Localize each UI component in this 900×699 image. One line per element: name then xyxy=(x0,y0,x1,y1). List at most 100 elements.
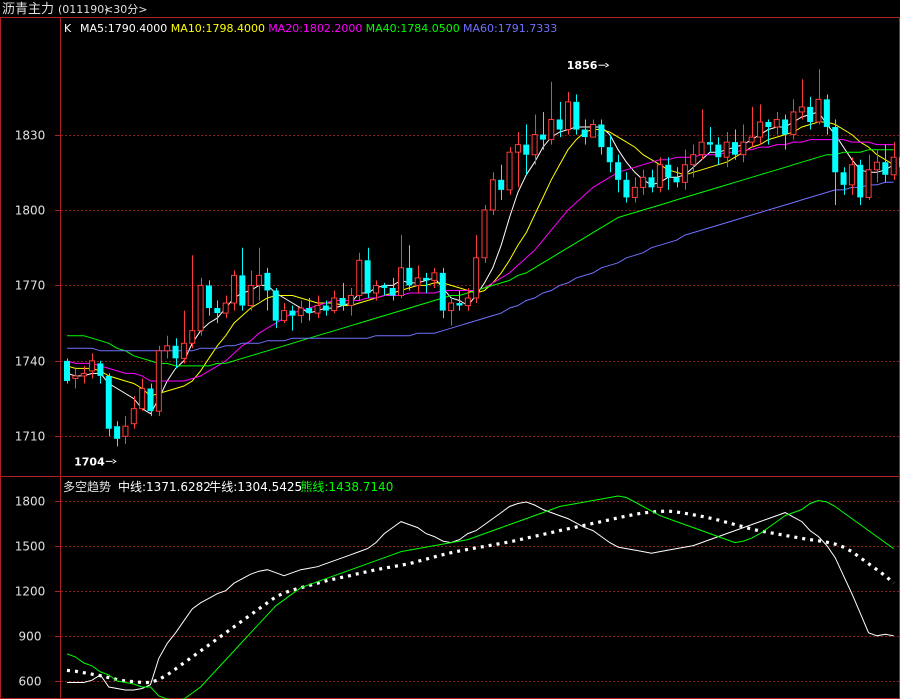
candle xyxy=(531,114,538,165)
candle xyxy=(798,79,805,120)
indicator-title: 多空趋势 xyxy=(63,480,111,494)
candle-body xyxy=(64,360,70,381)
candle xyxy=(356,252,363,301)
ma-legend-ma10: MA10:1798.4000 xyxy=(171,22,265,35)
candle xyxy=(773,111,780,135)
candle-body xyxy=(306,308,313,314)
indicator-y-tick-label: 900 xyxy=(19,630,42,644)
candle-body xyxy=(848,164,855,186)
candle-body xyxy=(398,267,404,296)
candle xyxy=(840,167,847,195)
candle xyxy=(205,280,212,316)
candle xyxy=(423,272,430,293)
main-grid xyxy=(61,135,900,437)
candle-body xyxy=(431,272,438,281)
candle-body xyxy=(673,177,680,183)
candle-body xyxy=(180,342,187,359)
candle-body xyxy=(364,260,371,293)
candle-body xyxy=(139,388,146,410)
candle-body xyxy=(681,164,688,183)
candle xyxy=(64,358,70,384)
instrument-title: 沥青主力 xyxy=(2,2,54,17)
indicator-legend-item: 熊线:1438.7140 xyxy=(300,479,393,494)
main-y-tick-label: 1800 xyxy=(15,204,46,218)
candle-body xyxy=(372,284,379,294)
indicator-legend-item: 牛线:1304.5425 xyxy=(209,479,302,494)
indicator-y-tick-label: 1800 xyxy=(15,495,46,509)
candle xyxy=(590,119,597,138)
candle-body xyxy=(214,308,221,314)
candle xyxy=(865,154,872,200)
candle xyxy=(548,81,555,145)
candle-body xyxy=(807,106,814,122)
candle-body xyxy=(556,119,563,130)
candle-body xyxy=(573,101,580,130)
candle xyxy=(514,132,521,188)
candle-body xyxy=(706,142,713,145)
candle xyxy=(656,157,663,193)
candle-body xyxy=(272,290,279,321)
candle xyxy=(823,94,830,135)
candle-body xyxy=(623,179,630,198)
candle xyxy=(640,169,647,195)
candle xyxy=(231,270,237,311)
candle-body xyxy=(890,156,897,176)
candle-body xyxy=(406,267,413,286)
candle-body xyxy=(732,142,738,155)
candle xyxy=(381,282,388,296)
candle xyxy=(473,235,480,304)
candle-body xyxy=(523,144,530,155)
main-y-axis: 1710 1740 1770 1800 1830 xyxy=(15,129,61,444)
indicator-y-axis: 600 900 1200 1500 1800 xyxy=(15,495,61,689)
candle xyxy=(673,167,680,188)
candle-body xyxy=(423,277,430,281)
candle-body xyxy=(840,172,847,185)
candle xyxy=(498,164,505,200)
candle-body xyxy=(539,134,546,140)
candle-body xyxy=(456,303,463,306)
candle-body xyxy=(748,136,755,143)
candle xyxy=(681,149,688,190)
candle-body xyxy=(356,259,363,296)
candle-body xyxy=(464,297,471,307)
candle xyxy=(815,69,822,125)
candle-body xyxy=(289,310,296,316)
candle-body xyxy=(130,408,137,425)
main-y-tick-label: 1710 xyxy=(15,430,46,444)
ma-legend-ma60: MA60:1791.7333 xyxy=(463,22,557,35)
candle-body xyxy=(164,345,171,352)
candle-body xyxy=(531,134,538,156)
candle xyxy=(289,305,296,331)
candle xyxy=(172,338,179,369)
candle-body xyxy=(414,277,421,286)
candle-body xyxy=(448,302,455,312)
ma-legend-ma5: MA5:1790.4000 xyxy=(80,22,167,35)
candle xyxy=(105,373,112,437)
candle-body xyxy=(790,111,797,136)
candle-body xyxy=(147,388,154,412)
indicator-y-tick-label: 1200 xyxy=(15,585,46,599)
candle-body xyxy=(231,274,237,304)
candle xyxy=(180,310,187,364)
indicator-line-midline xyxy=(66,509,895,685)
candle-body xyxy=(439,272,446,311)
candle-body xyxy=(314,305,321,314)
candle-body xyxy=(865,169,872,198)
moving-average-lines xyxy=(66,111,894,415)
candle xyxy=(648,169,655,193)
candle-body xyxy=(757,121,764,138)
annotation-label: 1856 xyxy=(567,59,598,72)
candle xyxy=(748,106,755,148)
candle-legend-label: K xyxy=(64,22,72,35)
candle-body xyxy=(105,375,112,429)
candle-body xyxy=(122,425,129,437)
candle xyxy=(155,345,162,417)
chart-canvas: 沥青主力 (011190) <30分> K MA5:1790.4000 MA10:… xyxy=(0,2,900,699)
candle-body xyxy=(640,176,647,188)
candle-body xyxy=(715,144,722,158)
main-y-tick-label: 1830 xyxy=(15,129,46,143)
candle xyxy=(715,137,722,165)
indicator-line-bull xyxy=(67,501,894,691)
main-panel-frame xyxy=(0,17,900,477)
indicator-y-tick-label: 600 xyxy=(19,675,42,689)
